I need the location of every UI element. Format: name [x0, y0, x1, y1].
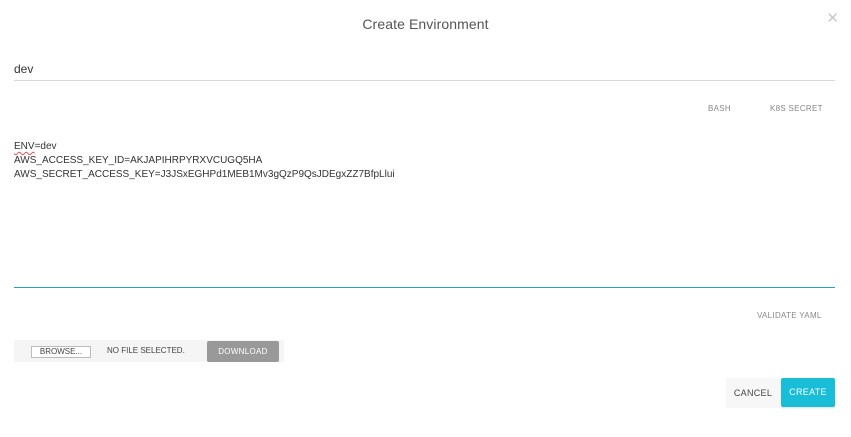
editor-line: AWS_ACCESS_KEY_ID=AKJAPIHRPYRXVCUGQ5HA	[14, 154, 835, 168]
dialog-title: Create Environment	[362, 16, 489, 32]
editor-line-key: ENV	[14, 141, 35, 152]
cancel-button[interactable]: CANCEL	[726, 378, 780, 408]
file-status-text: NO FILE SELECTED.	[107, 346, 185, 355]
editor-line: ENV=dev	[14, 140, 835, 154]
editor-line-text: =dev	[34, 141, 57, 152]
browse-button[interactable]: BROWSE...	[31, 346, 91, 358]
environment-variables-editor[interactable]: ENV=dev AWS_ACCESS_KEY_ID=AKJAPIHRPYRXVC…	[14, 140, 835, 288]
validate-yaml-button[interactable]: VALIDATE YAML	[757, 311, 822, 320]
create-button[interactable]: CREATE	[781, 378, 835, 407]
create-environment-dialog: Create Environment ✕ BASH K8S SECRET ENV…	[0, 0, 851, 437]
tab-bash[interactable]: BASH	[708, 104, 731, 113]
download-button[interactable]: DOWNLOAD	[207, 341, 279, 362]
editor-line: AWS_SECRET_ACCESS_KEY=J3JSxEGHPd1MEB1Mv3…	[14, 168, 835, 182]
environment-name-input[interactable]	[14, 58, 835, 81]
editor-line-text: AWS_ACCESS_KEY_ID=AKJAPIHRPYRXVCUGQ5HA	[14, 155, 263, 166]
close-icon[interactable]: ✕	[826, 9, 839, 27]
editor-line-text: AWS_SECRET_ACCESS_KEY=J3JSxEGHPd1MEB1Mv3…	[14, 169, 395, 180]
tab-k8s-secret[interactable]: K8S SECRET	[770, 104, 823, 113]
